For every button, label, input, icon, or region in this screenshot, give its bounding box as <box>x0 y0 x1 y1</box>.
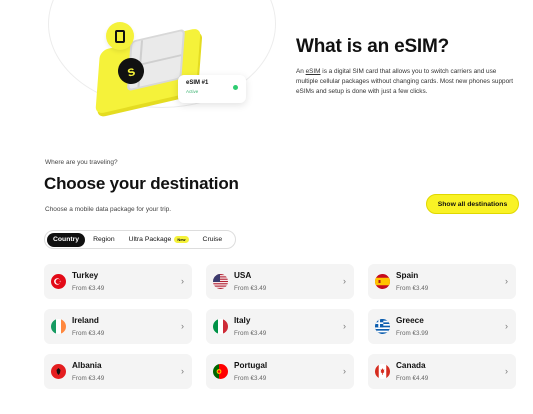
destination-price: From €3.49 <box>72 375 105 382</box>
esim-card-status: Active <box>186 89 199 94</box>
tab-label: Region <box>93 236 115 243</box>
destination-card-greece[interactable]: Greece From €3.99 › <box>368 309 516 344</box>
destination-price: From €3.49 <box>234 330 267 337</box>
destination-card-italy[interactable]: Italy From €3.49 › <box>206 309 354 344</box>
destination-price: From €3.99 <box>396 330 429 337</box>
hero-title: What is an eSIM? <box>296 36 450 57</box>
tab-region[interactable]: Region <box>87 233 121 247</box>
status-dot-icon <box>233 85 238 90</box>
esim-card-title: eSIM #1 <box>186 80 209 86</box>
tab-cruise[interactable]: Cruise <box>197 233 229 247</box>
section-eyebrow: Where are you traveling? <box>45 159 118 166</box>
hero-description: An eSIM is a digital SIM card that allow… <box>296 67 518 97</box>
flag-greece-icon <box>375 319 390 334</box>
chevron-right-icon: › <box>181 321 184 331</box>
tab-ultra-package[interactable]: Ultra Package New <box>123 233 195 247</box>
flag-albania-icon <box>51 364 66 379</box>
tab-label: Cruise <box>202 236 223 243</box>
destination-price: From €3.49 <box>396 285 429 292</box>
section-subtitle: Choose a mobile data package for your tr… <box>45 206 172 213</box>
flag-ireland-icon <box>51 319 66 334</box>
flag-turkey-icon <box>51 274 66 289</box>
destination-card-usa[interactable]: USA From €3.49 › <box>206 264 354 299</box>
tab-country[interactable]: Country <box>47 232 86 247</box>
destination-name: Canada <box>396 361 426 370</box>
destination-type-tabs: Country Region Ultra Package New Cruise <box>44 230 236 249</box>
destination-card-canada[interactable]: Canada From €4.49 › <box>368 354 516 389</box>
destination-card-ireland[interactable]: Ireland From €3.49 › <box>44 309 192 344</box>
destination-name: Italy <box>234 316 251 325</box>
chevron-right-icon: › <box>181 276 184 286</box>
chevron-right-icon: › <box>181 366 184 376</box>
new-badge: New <box>174 236 189 243</box>
flag-canada-icon <box>375 364 390 379</box>
chevron-right-icon: › <box>505 366 508 376</box>
destination-card-spain[interactable]: Spain From €3.49 › <box>368 264 516 299</box>
destination-card-portugal[interactable]: Portugal From €3.49 › <box>206 354 354 389</box>
section-title: Choose your destination <box>44 174 239 193</box>
destination-name: Greece <box>396 316 424 325</box>
chevron-right-icon: › <box>505 276 508 286</box>
show-all-destinations-button[interactable]: Show all destinations <box>426 194 519 214</box>
destination-price: From €3.49 <box>72 285 105 292</box>
destination-card-albania[interactable]: Albania From €3.49 › <box>44 354 192 389</box>
flag-italy-icon <box>213 319 228 334</box>
chevron-right-icon: › <box>343 321 346 331</box>
destination-grid: Turkey From €3.49 › USA From €3.49 › Spa… <box>44 264 520 389</box>
destination-name: Ireland <box>72 316 99 325</box>
destination-name: Spain <box>396 271 419 280</box>
esim-status-card: eSIM #1 Active <box>178 75 246 103</box>
phone-icon <box>106 22 134 50</box>
destination-price: From €3.49 <box>234 285 267 292</box>
hero-text-start: An <box>296 68 306 75</box>
destination-price: From €3.49 <box>72 330 105 337</box>
hero-text-end: is a digital SIM card that allows you to… <box>296 68 514 95</box>
esim-hero: s eSIM #1 Active What is an eSIM? An eSI… <box>0 0 533 125</box>
flag-spain-icon <box>375 274 390 289</box>
destination-name: Albania <box>72 361 102 370</box>
flag-portugal-icon <box>213 364 228 379</box>
destination-price: From €4.49 <box>396 375 429 382</box>
chevron-right-icon: › <box>505 321 508 331</box>
destination-card-turkey[interactable]: Turkey From €3.49 › <box>44 264 192 299</box>
chevron-right-icon: › <box>343 366 346 376</box>
tab-label: Country <box>53 236 80 243</box>
destination-price: From €3.49 <box>234 375 267 382</box>
tab-label: Ultra Package <box>128 236 172 243</box>
esim-link[interactable]: eSIM <box>306 68 321 75</box>
destination-name: Portugal <box>234 361 268 370</box>
destination-name: Turkey <box>72 271 99 280</box>
chevron-right-icon: › <box>343 276 346 286</box>
flag-usa-icon <box>213 274 228 289</box>
destination-name: USA <box>234 271 252 280</box>
